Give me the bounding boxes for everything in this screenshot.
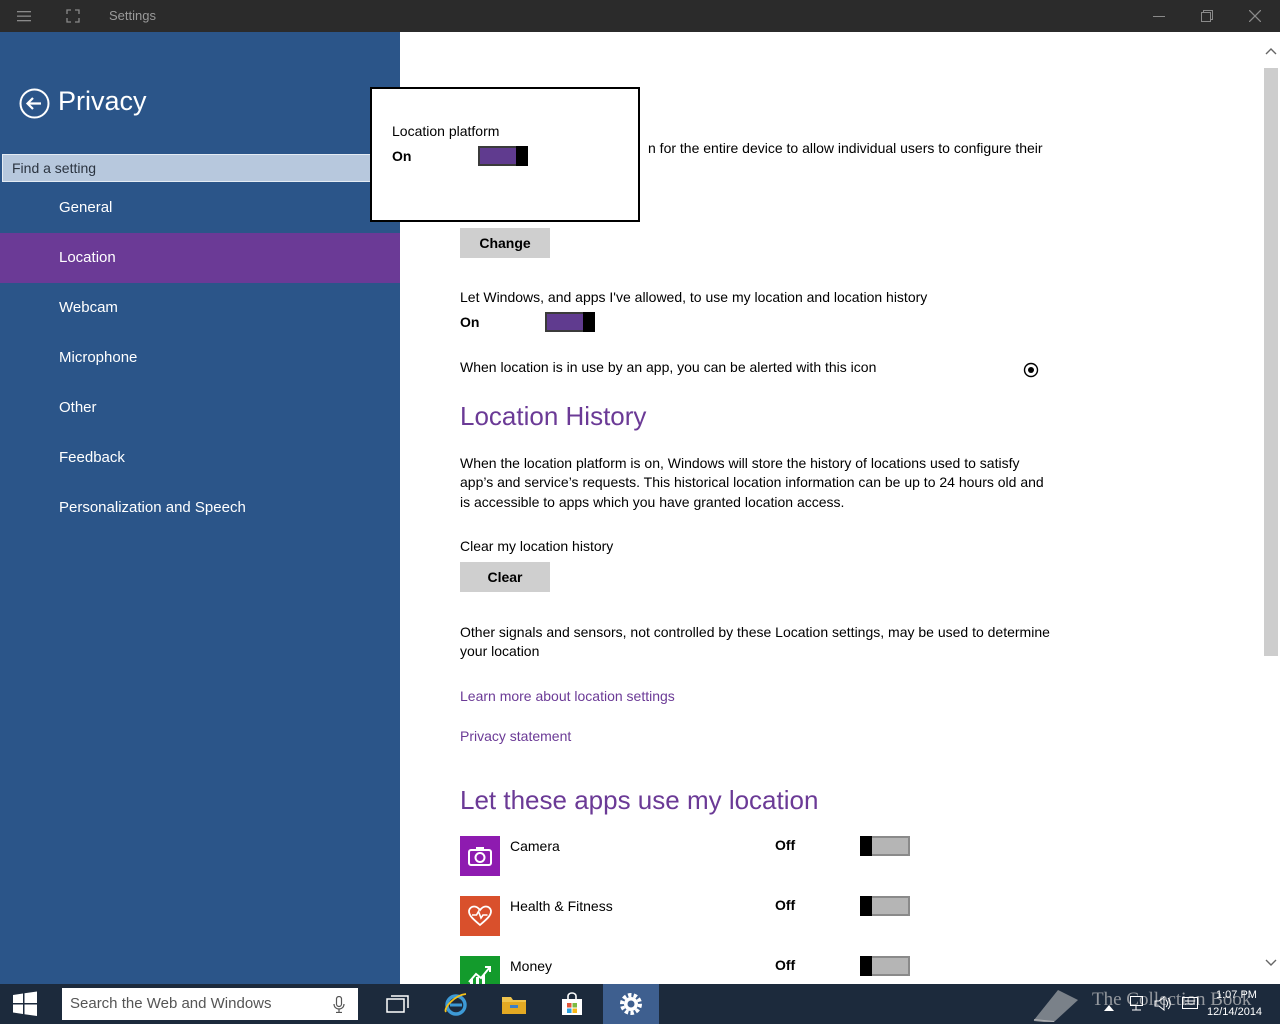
title-bar: Settings bbox=[0, 0, 1280, 32]
scrollbar-thumb[interactable] bbox=[1264, 68, 1278, 656]
heart-pulse-icon bbox=[468, 905, 492, 927]
toggle-knob bbox=[860, 896, 872, 916]
popup-title: Location platform bbox=[392, 123, 500, 139]
scroll-up-icon[interactable] bbox=[1265, 46, 1277, 58]
show-hidden-icons-button[interactable] bbox=[1104, 999, 1114, 1017]
location-platform-toggle[interactable] bbox=[478, 146, 528, 166]
message-icon bbox=[1182, 997, 1198, 1009]
find-setting-input[interactable]: Find a setting bbox=[2, 154, 400, 182]
sidebar-item-microphone[interactable]: Microphone bbox=[0, 333, 400, 383]
store-button[interactable] bbox=[544, 984, 600, 1024]
health-app-state: Off bbox=[775, 897, 796, 913]
health-app-icon bbox=[460, 896, 500, 936]
action-center-button[interactable] bbox=[1182, 997, 1198, 1015]
hamburger-icon bbox=[17, 11, 31, 22]
sidebar: Privacy Find a setting General Location … bbox=[0, 32, 400, 984]
clear-button[interactable]: Clear bbox=[460, 562, 550, 592]
clear-history-label: Clear my location history bbox=[460, 538, 614, 554]
location-setting-state: On bbox=[460, 314, 480, 330]
hamburger-menu-button[interactable] bbox=[8, 0, 40, 32]
internet-explorer-icon bbox=[444, 993, 467, 1016]
close-button[interactable] bbox=[1232, 0, 1278, 32]
restore-button[interactable] bbox=[1184, 0, 1230, 32]
taskbar: Search the Web and Windows The Collectio… bbox=[0, 984, 1280, 1024]
toggle-knob bbox=[583, 312, 595, 332]
other-signals-line-1: Other signals and sensors, not controlle… bbox=[460, 624, 1050, 640]
learn-more-link[interactable]: Learn more about location settings bbox=[460, 688, 675, 704]
toggle-knob bbox=[860, 956, 872, 976]
expand-icon bbox=[66, 9, 80, 23]
gear-icon bbox=[620, 993, 642, 1015]
restore-icon bbox=[1201, 10, 1213, 22]
chevron-up-icon bbox=[1104, 1005, 1114, 1011]
toggle-knob bbox=[860, 836, 872, 856]
location-in-use-icon bbox=[1023, 362, 1039, 378]
minimize-button[interactable] bbox=[1136, 0, 1182, 32]
start-button[interactable] bbox=[0, 984, 50, 1024]
internet-explorer-button[interactable] bbox=[428, 984, 484, 1024]
file-explorer-button[interactable] bbox=[486, 984, 542, 1024]
clock-time[interactable]: 1:07 PM bbox=[1216, 989, 1257, 1001]
network-icon bbox=[1130, 996, 1143, 1011]
popup-state: On bbox=[392, 148, 412, 164]
network-tray-button[interactable] bbox=[1130, 996, 1146, 1016]
apps-heading: Let these apps use my location bbox=[460, 785, 819, 815]
sidebar-item-personalization[interactable]: Personalization and Speech bbox=[0, 483, 400, 533]
main-scrollbar[interactable] bbox=[1262, 32, 1280, 984]
health-location-toggle[interactable] bbox=[860, 896, 910, 916]
clock-date[interactable]: 12/14/2014 bbox=[1207, 1006, 1262, 1018]
settings-taskbar-button[interactable] bbox=[603, 984, 659, 1024]
toggle-knob bbox=[516, 146, 528, 166]
history-description-line-2: app’s and service’s requests. This histo… bbox=[460, 474, 1044, 490]
history-description-line-3: is accessible to apps which you have gra… bbox=[460, 494, 845, 510]
health-app-name: Health & Fitness bbox=[510, 898, 613, 914]
sidebar-item-general[interactable]: General bbox=[0, 183, 400, 233]
scroll-down-icon[interactable] bbox=[1265, 958, 1277, 970]
history-description-line-1: When the location platform is on, Window… bbox=[460, 455, 1020, 471]
windows-logo-icon bbox=[13, 991, 37, 1016]
volume-tray-button[interactable] bbox=[1154, 995, 1172, 1016]
speaker-icon bbox=[1154, 995, 1171, 1012]
camera-icon bbox=[468, 847, 492, 866]
change-button[interactable]: Change bbox=[460, 228, 550, 258]
location-setting-label: Let Windows, and apps I've allowed, to u… bbox=[460, 289, 928, 305]
money-app-state: Off bbox=[775, 957, 796, 973]
back-arrow-icon bbox=[19, 88, 50, 119]
sidebar-item-other[interactable]: Other bbox=[0, 383, 400, 433]
money-app-name: Money bbox=[510, 958, 553, 974]
location-description-partial: n for the entire device to allow individ… bbox=[648, 140, 1043, 156]
privacy-statement-link[interactable]: Privacy statement bbox=[460, 728, 571, 744]
camera-app-icon bbox=[460, 836, 500, 876]
taskbar-search-input[interactable]: Search the Web and Windows bbox=[62, 988, 358, 1020]
camera-location-toggle[interactable] bbox=[860, 836, 910, 856]
other-signals-line-2: your location bbox=[460, 643, 540, 659]
sidebar-item-location[interactable]: Location bbox=[0, 233, 400, 283]
chart-icon bbox=[468, 966, 491, 984]
microphone-icon[interactable] bbox=[333, 995, 345, 1018]
camera-app-state: Off bbox=[775, 837, 796, 853]
money-location-toggle[interactable] bbox=[860, 956, 910, 976]
window-title: Settings bbox=[109, 8, 156, 23]
page-title: Privacy bbox=[58, 86, 147, 116]
close-icon bbox=[1249, 10, 1261, 22]
task-view-button[interactable] bbox=[370, 984, 426, 1024]
location-toggle[interactable] bbox=[545, 312, 595, 332]
money-app-icon bbox=[460, 956, 500, 984]
fullscreen-button[interactable] bbox=[57, 0, 89, 32]
task-view-icon bbox=[386, 995, 409, 1013]
location-platform-popup: Location platform On bbox=[370, 87, 640, 222]
back-button[interactable] bbox=[19, 88, 50, 119]
sidebar-item-webcam[interactable]: Webcam bbox=[0, 283, 400, 333]
folder-icon bbox=[502, 997, 526, 1014]
book-watermark-icon bbox=[1033, 990, 1078, 1022]
minimize-icon bbox=[1153, 16, 1165, 17]
location-alert-text: When location is in use by an app, you c… bbox=[460, 359, 877, 375]
location-history-heading: Location History bbox=[460, 401, 647, 431]
sidebar-item-feedback[interactable]: Feedback bbox=[0, 433, 400, 483]
camera-app-name: Camera bbox=[510, 838, 560, 854]
store-bag-icon bbox=[562, 992, 582, 1015]
